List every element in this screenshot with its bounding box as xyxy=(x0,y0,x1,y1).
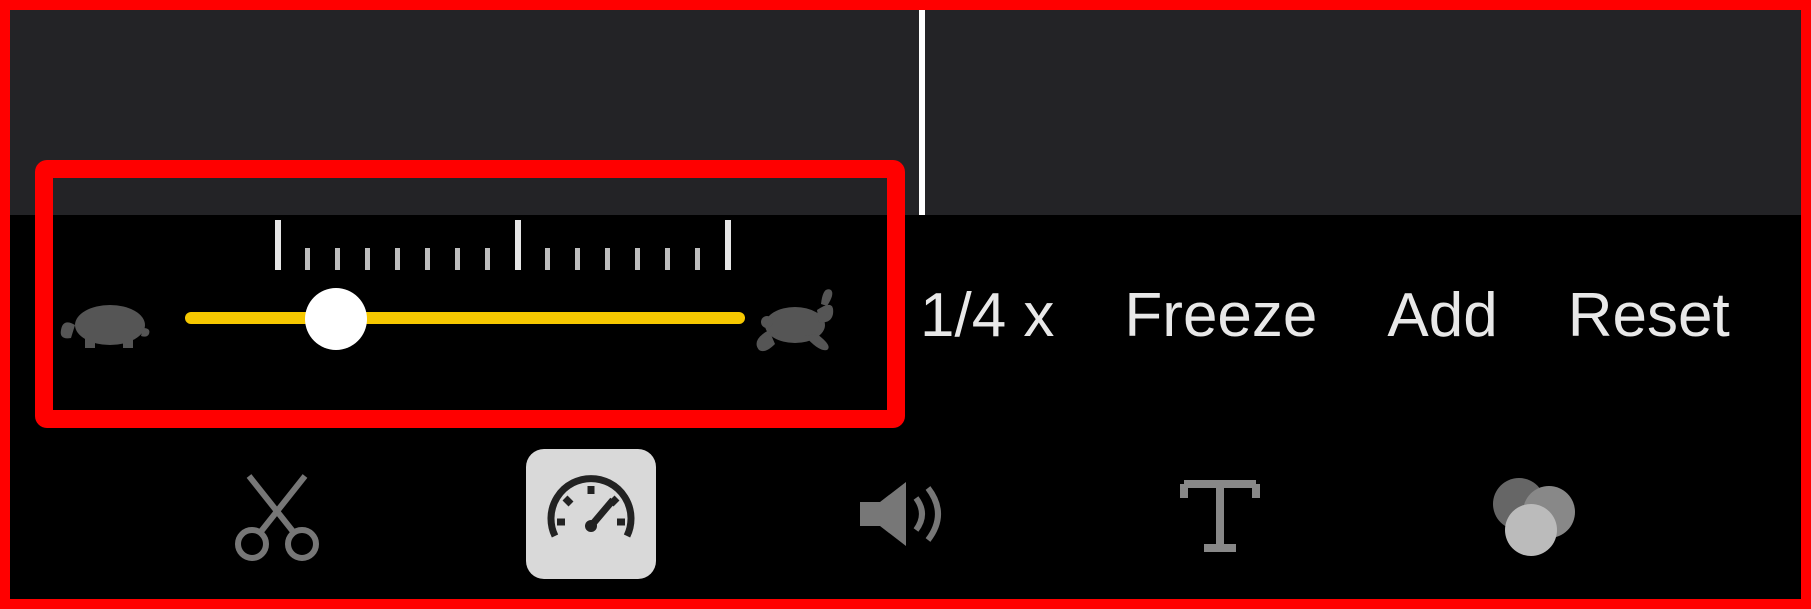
rabbit-icon xyxy=(745,280,845,360)
speed-slider-thumb[interactable] xyxy=(305,288,367,350)
text-tool-button[interactable] xyxy=(1155,449,1285,579)
turtle-icon xyxy=(55,290,155,350)
playhead-indicator[interactable] xyxy=(919,0,925,215)
text-icon xyxy=(1170,464,1270,564)
speed-slider-track[interactable] xyxy=(185,312,745,324)
speedometer-icon xyxy=(541,464,641,564)
speed-controls-row: 1/4 x Freeze Add Reset xyxy=(920,270,1781,360)
speed-ruler xyxy=(275,210,745,270)
speed-slider-panel xyxy=(55,210,885,410)
add-button[interactable]: Add xyxy=(1387,280,1497,351)
scissors-icon xyxy=(227,464,327,564)
speed-value-label: 1/4 x xyxy=(920,280,1054,351)
volume-tool-button[interactable] xyxy=(840,449,970,579)
filters-icon xyxy=(1479,464,1589,564)
video-preview-area xyxy=(0,0,1811,215)
freeze-button[interactable]: Freeze xyxy=(1124,280,1317,351)
speaker-icon xyxy=(850,464,960,564)
filters-tool-button[interactable] xyxy=(1469,449,1599,579)
edit-toolbar xyxy=(0,429,1811,599)
speed-tool-button[interactable] xyxy=(526,449,656,579)
reset-button[interactable]: Reset xyxy=(1568,280,1730,351)
cut-tool-button[interactable] xyxy=(212,449,342,579)
